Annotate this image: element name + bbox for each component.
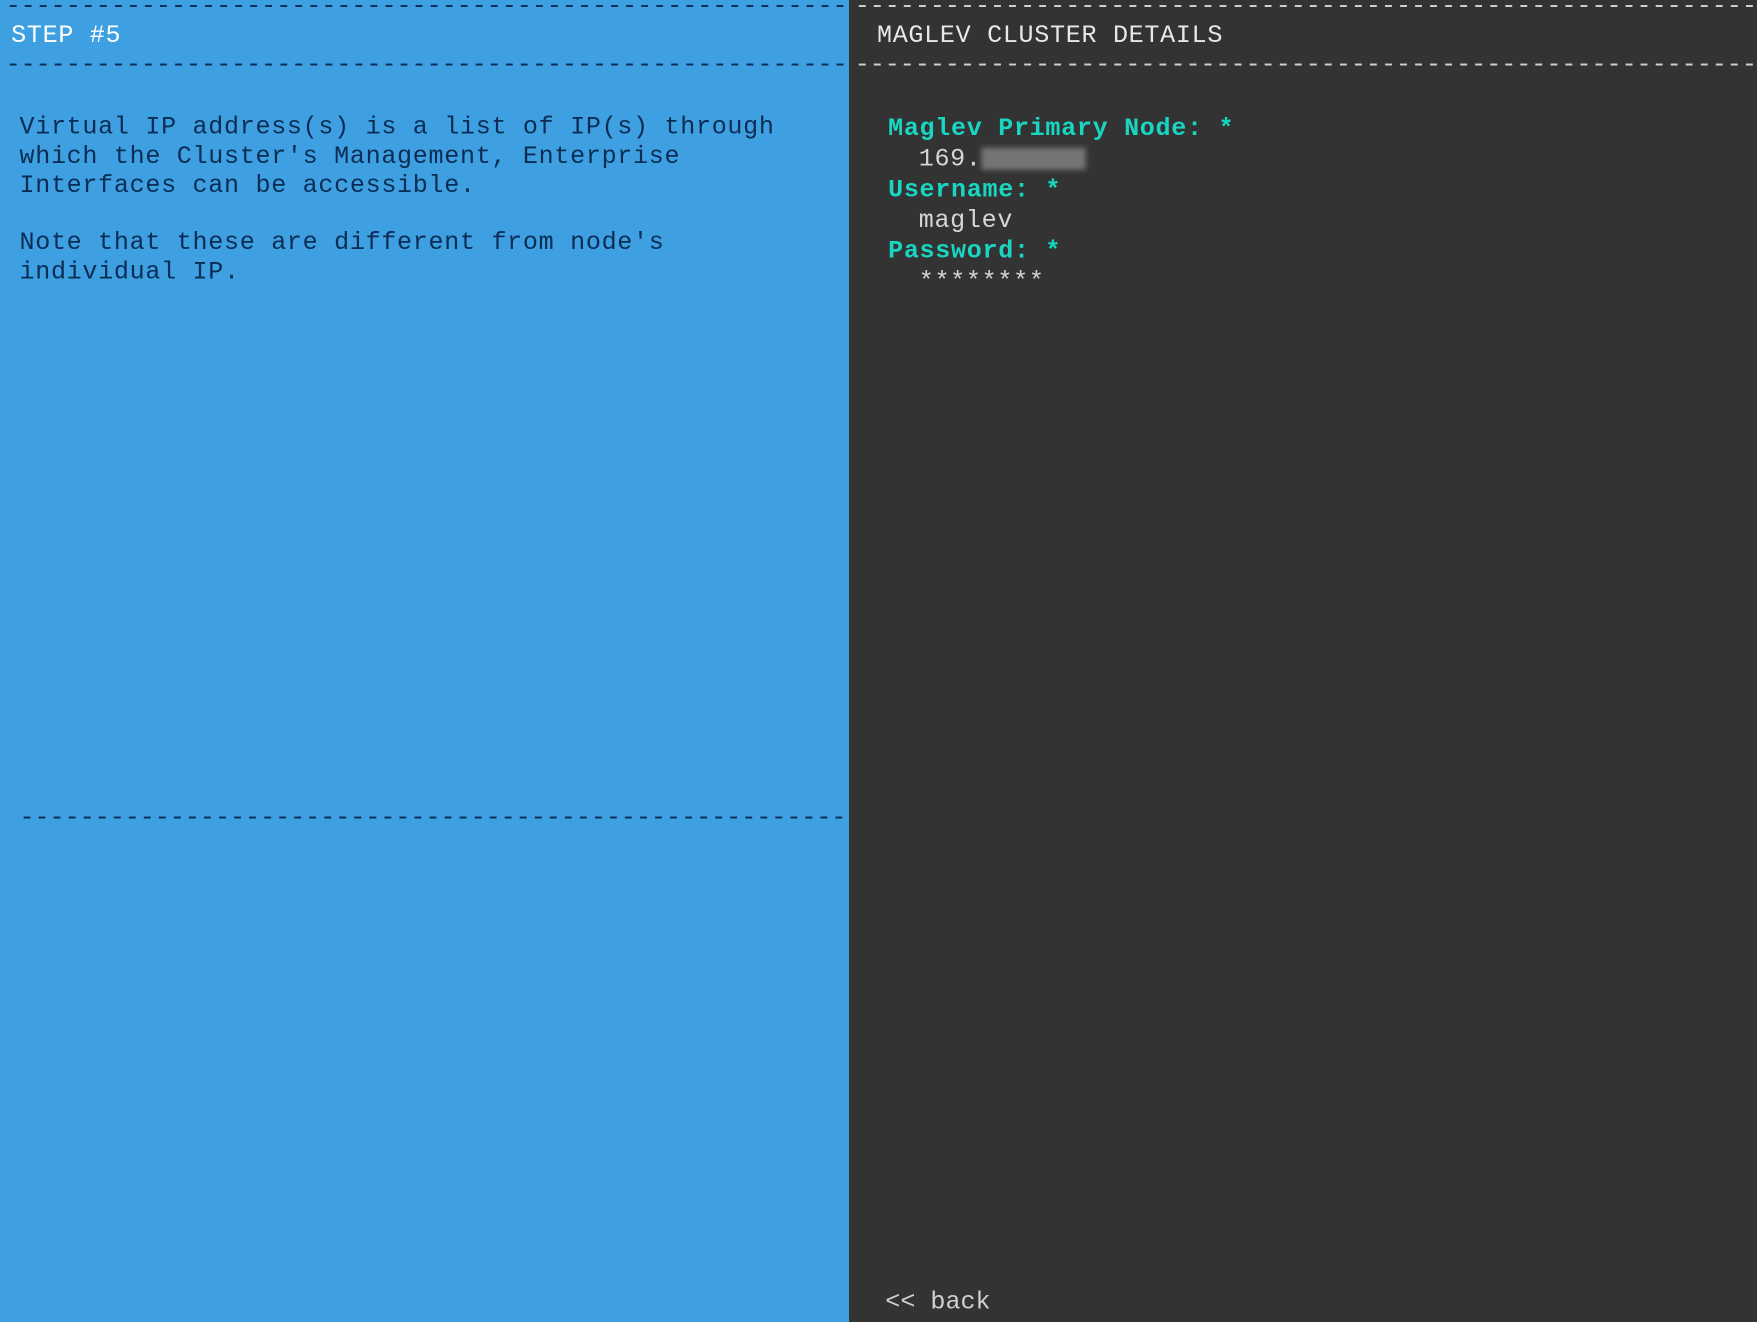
password-label: Password: * xyxy=(888,237,1757,268)
primary-node-ip-obscured xyxy=(982,148,1086,170)
primary-node-ip-prefix: 169. xyxy=(919,146,982,174)
form-title: MAGLEV CLUSTER DETAILS xyxy=(849,14,1757,59)
top-border-dashes-left: ----------------------------------------… xyxy=(0,0,849,14)
primary-node-value[interactable]: 169. xyxy=(888,145,1757,176)
description-paragraph-2: Note that these are different from node'… xyxy=(19,230,829,288)
step-title: STEP #5 xyxy=(0,14,849,59)
title-underline-dashes-left: ----------------------------------------… xyxy=(0,58,849,72)
top-border-dashes-right: ----------------------------------------… xyxy=(849,0,1757,14)
cluster-details-form: Maglev Primary Node: * 169. Username: * … xyxy=(849,72,1757,298)
username-label: Username: * xyxy=(888,175,1757,206)
right-form-panel: ----------------------------------------… xyxy=(849,0,1757,1322)
username-value[interactable]: maglev xyxy=(888,206,1757,237)
left-info-panel: ----------------------------------------… xyxy=(0,0,849,1322)
primary-node-label: Maglev Primary Node: * xyxy=(888,114,1757,145)
back-button[interactable]: << back xyxy=(885,1289,990,1317)
title-underline-dashes-right: ----------------------------------------… xyxy=(849,58,1757,72)
password-value[interactable]: ******** xyxy=(888,267,1757,298)
footer-nav: << back < cancel > next >> xyxy=(849,1283,1757,1322)
description-paragraph-1: Virtual IP address(s) is a list of IP(s)… xyxy=(19,114,829,202)
left-section-divider: ----------------------------------------… xyxy=(0,805,849,833)
step-description: Virtual IP address(s) is a list of IP(s)… xyxy=(0,72,849,316)
